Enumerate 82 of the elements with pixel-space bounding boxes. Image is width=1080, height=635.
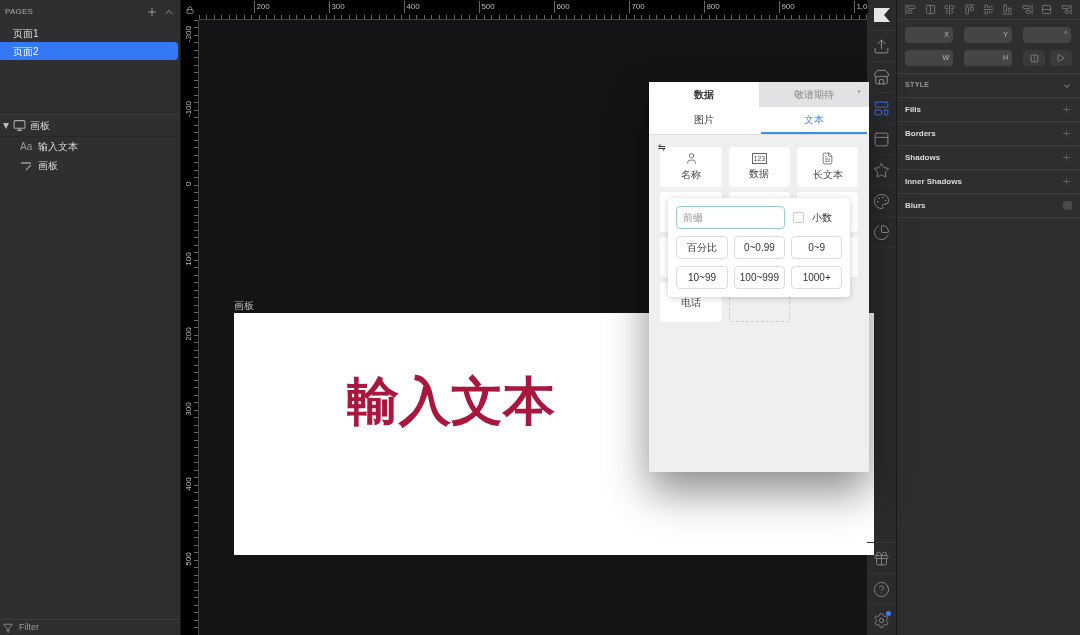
pages-title: PAGES [5, 6, 33, 18]
ruler-label: 1,0 [854, 1, 868, 13]
section-label: Shadows [905, 151, 941, 164]
filter-icon [3, 622, 13, 633]
ruler-label: 300 [183, 401, 195, 418]
prefix-field[interactable]: 前缀 [676, 206, 786, 229]
add-icon[interactable] [1061, 176, 1072, 187]
align-icon[interactable] [924, 4, 936, 15]
flip-vertical-button[interactable] [1050, 50, 1072, 66]
ruler-label: 200 [254, 1, 270, 13]
add-icon[interactable] [1061, 152, 1072, 163]
shape-layer-icon [20, 160, 32, 171]
align-icon[interactable] [1060, 4, 1072, 15]
add-icon[interactable] [1061, 104, 1072, 115]
monitor-icon [13, 119, 26, 132]
ruler-label: 400 [404, 1, 420, 13]
filter-field[interactable]: Filter [19, 620, 139, 635]
gift-icon [873, 549, 891, 567]
ruler-label: 200 [183, 326, 195, 343]
align-icon[interactable] [944, 4, 956, 15]
range-option[interactable]: 1000+ [791, 266, 843, 289]
section-label: Inner Shadows [905, 175, 962, 188]
sub-tab[interactable]: 文本 [761, 107, 868, 134]
add-icon[interactable] [1061, 128, 1072, 139]
page-item[interactable]: 页面2 [0, 42, 179, 60]
ruler-label: 500 [183, 551, 195, 568]
artboard-title: 画板 [234, 299, 255, 313]
lock-icon[interactable] [186, 6, 195, 14]
layer-item[interactable]: 画板 [0, 156, 181, 175]
disclosure-triangle-icon[interactable] [3, 122, 9, 129]
align-icon[interactable] [963, 4, 975, 15]
panel-tab[interactable]: 数据 [649, 82, 760, 107]
ruler-label: 700 [629, 1, 645, 13]
sub-tab[interactable]: 图片 [651, 107, 758, 134]
page-item[interactable]: 页面1 [0, 24, 179, 42]
section-label: Blurs [905, 199, 926, 212]
decimal-label: 小数 [812, 211, 833, 225]
decimal-checkbox[interactable] [793, 212, 805, 223]
ruler-label: 800 [704, 1, 720, 13]
align-icon[interactable] [1041, 4, 1053, 15]
panel-icon [873, 130, 891, 148]
upload-icon [873, 37, 891, 55]
flip-horizontal-icon [1029, 53, 1039, 63]
ruler-label: -200 [183, 25, 195, 44]
artboard-text: 輸入文本 [347, 375, 556, 427]
layer-item[interactable]: Aa 输入文本 [0, 137, 181, 156]
align-icon[interactable] [1021, 4, 1033, 15]
settings-icon [873, 611, 891, 629]
align-icon[interactable] [1002, 4, 1014, 15]
blurs-checkbox[interactable] [1063, 201, 1072, 210]
text-layer-icon: Aa [20, 139, 32, 154]
star-frame-icon [873, 161, 891, 179]
range-option[interactable]: 百分比 [676, 236, 728, 259]
align-icon[interactable] [982, 4, 994, 15]
ruler-label: 600 [554, 1, 570, 13]
store-icon [873, 68, 891, 86]
section-label: Borders [905, 127, 936, 140]
document-icon [821, 152, 835, 165]
range-option[interactable]: 10~99 [676, 266, 728, 289]
help-icon [873, 580, 891, 598]
add-icon[interactable] [146, 6, 159, 18]
person-icon [684, 152, 698, 165]
layer-label: 画板 [30, 119, 50, 133]
section-label: Fills [905, 103, 921, 116]
ruler-label: 100 [183, 251, 195, 268]
ruler-label: 300 [329, 1, 345, 13]
range-option[interactable]: 0~0.99 [733, 236, 786, 259]
range-option[interactable]: 0~9 [791, 236, 843, 259]
ruler-label: 400 [183, 476, 195, 493]
range-option[interactable]: 100~999 [733, 266, 786, 289]
data-tile[interactable]: 长文本 [797, 147, 859, 187]
ruler-label: 500 [479, 1, 495, 13]
ruler-label: 900 [779, 1, 795, 13]
ruler-label: -100 [183, 100, 195, 119]
flip-horizontal-button[interactable] [1023, 50, 1045, 66]
logo-icon [873, 8, 890, 22]
palette-icon [873, 192, 891, 210]
layout-icon [873, 99, 891, 117]
align-icon[interactable] [905, 4, 917, 15]
pie-chart-icon [873, 223, 891, 241]
ruler-label: 0 [183, 180, 195, 189]
triangle-icon [1057, 54, 1065, 62]
